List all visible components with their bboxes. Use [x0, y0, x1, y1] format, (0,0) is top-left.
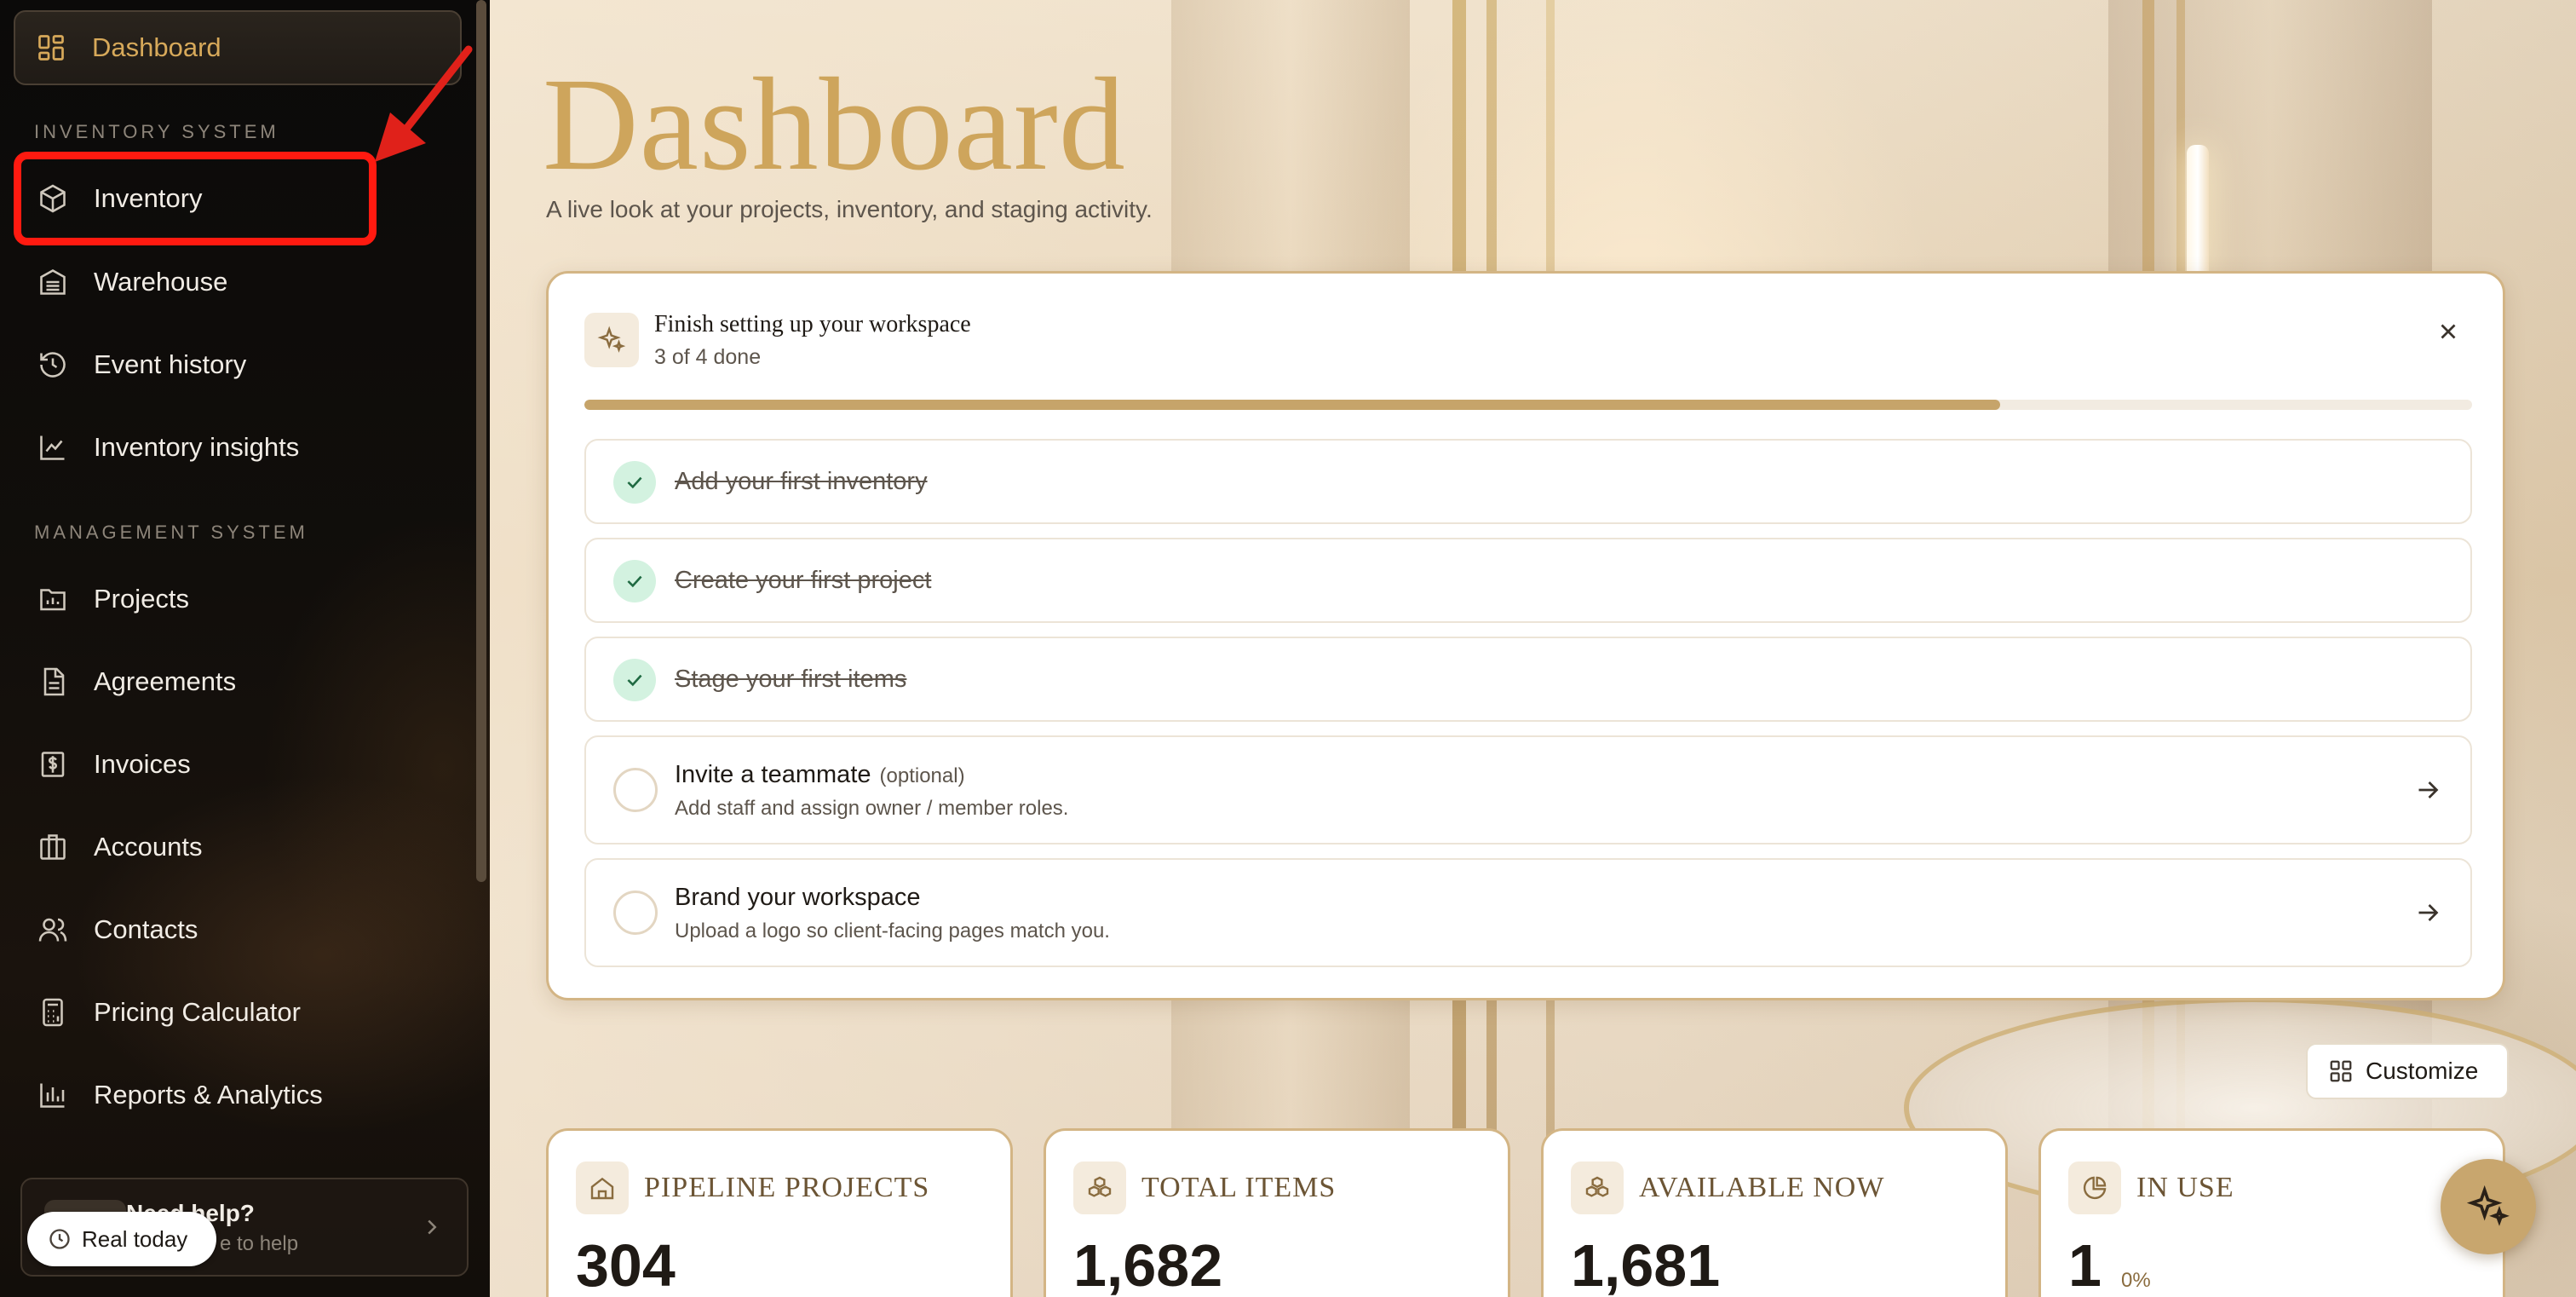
stat-value: 1,682: [1073, 1232, 1223, 1297]
customize-label: Customize: [2366, 1058, 2479, 1084]
sidebar-item-agreements[interactable]: Agreements: [14, 648, 462, 716]
checklist-item-done[interactable]: Stage your first items: [584, 637, 2472, 722]
calculator-icon: [37, 997, 68, 1028]
stat-label: IN USE: [2136, 1172, 2234, 1203]
boxes-icon: [1073, 1162, 1126, 1214]
arrow-right-icon: [2412, 897, 2443, 928]
checklist-item-invite-teammate[interactable]: Invite a teammate (optional) Add staff an…: [584, 735, 2472, 844]
setup-title: Finish setting up your workspace: [654, 311, 971, 337]
stat-card-total-items[interactable]: TOTAL ITEMS 1,682: [1044, 1128, 1510, 1297]
bar-chart-icon: [37, 1080, 68, 1110]
checklist-item-done[interactable]: Add your first inventory: [584, 439, 2472, 524]
sidebar-item-projects[interactable]: Projects: [14, 565, 462, 633]
sidebar-item-invoices[interactable]: Invoices: [14, 730, 462, 798]
sparkles-icon: [2466, 1185, 2510, 1229]
sidebar-item-label: Dashboard: [92, 32, 221, 62]
setup-progress-bar: [584, 400, 2472, 410]
checklist-item-done[interactable]: Create your first project: [584, 538, 2472, 623]
sidebar-item-dashboard[interactable]: Dashboard: [14, 10, 462, 85]
help-subtitle: e to help: [220, 1232, 299, 1255]
sidebar-item-label: Reports & Analytics: [94, 1080, 323, 1110]
cube-icon: [37, 183, 68, 214]
checklist-item-label: Invite a teammate (optional): [675, 761, 965, 788]
setup-checklist-card: Finish setting up your workspace 3 of 4 …: [546, 271, 2505, 1000]
stat-card-available-now[interactable]: AVAILABLE NOW 1,681: [1541, 1128, 2008, 1297]
incomplete-circle-icon: [613, 768, 658, 812]
stat-label: AVAILABLE NOW: [1639, 1172, 1885, 1203]
sidebar-item-contacts[interactable]: Contacts: [14, 896, 462, 964]
clock-icon: [48, 1227, 72, 1251]
checklist-item-label: Create your first project: [675, 567, 932, 594]
chevron-right-icon: [419, 1212, 445, 1242]
users-icon: [37, 914, 68, 945]
sidebar-item-warehouse[interactable]: Warehouse: [14, 248, 462, 316]
sidebar-item-label: Invoices: [94, 749, 191, 779]
stat-label: TOTAL ITEMS: [1141, 1172, 1337, 1203]
optional-tag: (optional): [879, 764, 965, 787]
main-content: Dashboard A live look at your projects, …: [490, 0, 2576, 1297]
customize-button[interactable]: Customize: [2306, 1043, 2509, 1099]
folder-chart-icon: [37, 584, 68, 614]
sidebar-item-label: Warehouse: [94, 267, 228, 297]
stat-value: 1: [2068, 1232, 2102, 1297]
sidebar-item-reports-analytics[interactable]: Reports & Analytics: [14, 1061, 462, 1129]
home-icon: [576, 1162, 629, 1214]
sidebar-item-label: Inventory: [94, 183, 203, 213]
sidebar-item-label: Inventory insights: [94, 432, 300, 462]
real-today-button[interactable]: Real today: [27, 1212, 216, 1266]
sidebar-item-label: Accounts: [94, 832, 203, 862]
pie-chart-icon: [2068, 1162, 2121, 1214]
warehouse-icon: [37, 267, 68, 297]
background-decor: [2187, 145, 2209, 281]
checklist-item-description: Upload a logo so client-facing pages mat…: [675, 919, 1110, 942]
stat-card-in-use[interactable]: IN USE 1 0%: [2038, 1128, 2505, 1297]
line-chart-icon: [37, 432, 68, 463]
stat-label: PIPELINE PROJECTS: [644, 1172, 930, 1203]
sidebar-item-inventory[interactable]: Inventory: [14, 164, 462, 233]
check-icon: [613, 461, 656, 504]
stat-percentage: 0%: [2121, 1269, 2151, 1292]
section-heading-inventory: INVENTORY SYSTEM: [34, 121, 279, 142]
sidebar-item-accounts[interactable]: Accounts: [14, 813, 462, 881]
stat-value: 1,681: [1571, 1232, 1721, 1297]
sidebar-item-inventory-insights[interactable]: Inventory insights: [14, 413, 462, 481]
sparkles-icon: [584, 313, 639, 367]
stat-card-pipeline-projects[interactable]: PIPELINE PROJECTS 304: [546, 1128, 1013, 1297]
checklist-item-label: Brand your workspace: [675, 884, 921, 911]
checklist-item-description: Add staff and assign owner / member role…: [675, 797, 1069, 820]
document-icon: [37, 666, 68, 697]
dollar-receipt-icon: [37, 749, 68, 780]
sidebar-item-event-history[interactable]: Event history: [14, 331, 462, 399]
sidebar-item-label: Agreements: [94, 666, 237, 696]
close-icon: [2435, 319, 2461, 344]
real-today-label: Real today: [82, 1225, 188, 1252]
page-subtitle: A live look at your projects, inventory,…: [546, 196, 1153, 222]
setup-progress-fill: [584, 400, 2000, 410]
page-title: Dashboard: [543, 50, 1126, 198]
grid-icon: [2328, 1058, 2354, 1084]
sidebar-scrollbar[interactable]: [476, 0, 486, 882]
checklist-item-brand-workspace[interactable]: Brand your workspace Upload a logo so cl…: [584, 858, 2472, 967]
section-heading-management: MANAGEMENT SYSTEM: [34, 522, 308, 543]
sidebar-item-label: Pricing Calculator: [94, 997, 301, 1027]
close-button[interactable]: [2431, 314, 2465, 349]
ai-assistant-button[interactable]: [2441, 1159, 2536, 1254]
sidebar-item-label: Projects: [94, 584, 189, 614]
sidebar-item-label: Contacts: [94, 914, 198, 944]
building-icon: [37, 832, 68, 862]
sidebar-item-label: Event history: [94, 349, 247, 379]
check-icon: [613, 560, 656, 602]
sidebar: Dashboard INVENTORY SYSTEM Inventory War…: [0, 0, 490, 1297]
history-icon: [37, 349, 68, 380]
check-icon: [613, 659, 656, 701]
grid-icon: [36, 32, 66, 63]
checklist-item-label: Add your first inventory: [675, 468, 928, 495]
stat-value: 304: [576, 1232, 676, 1297]
setup-progress-count: 3 of 4 done: [654, 345, 762, 369]
arrow-right-icon: [2412, 775, 2443, 805]
boxes-icon: [1571, 1162, 1624, 1214]
checklist-item-label: Stage your first items: [675, 666, 907, 693]
sidebar-item-pricing-calculator[interactable]: Pricing Calculator: [14, 978, 462, 1046]
incomplete-circle-icon: [613, 891, 658, 935]
